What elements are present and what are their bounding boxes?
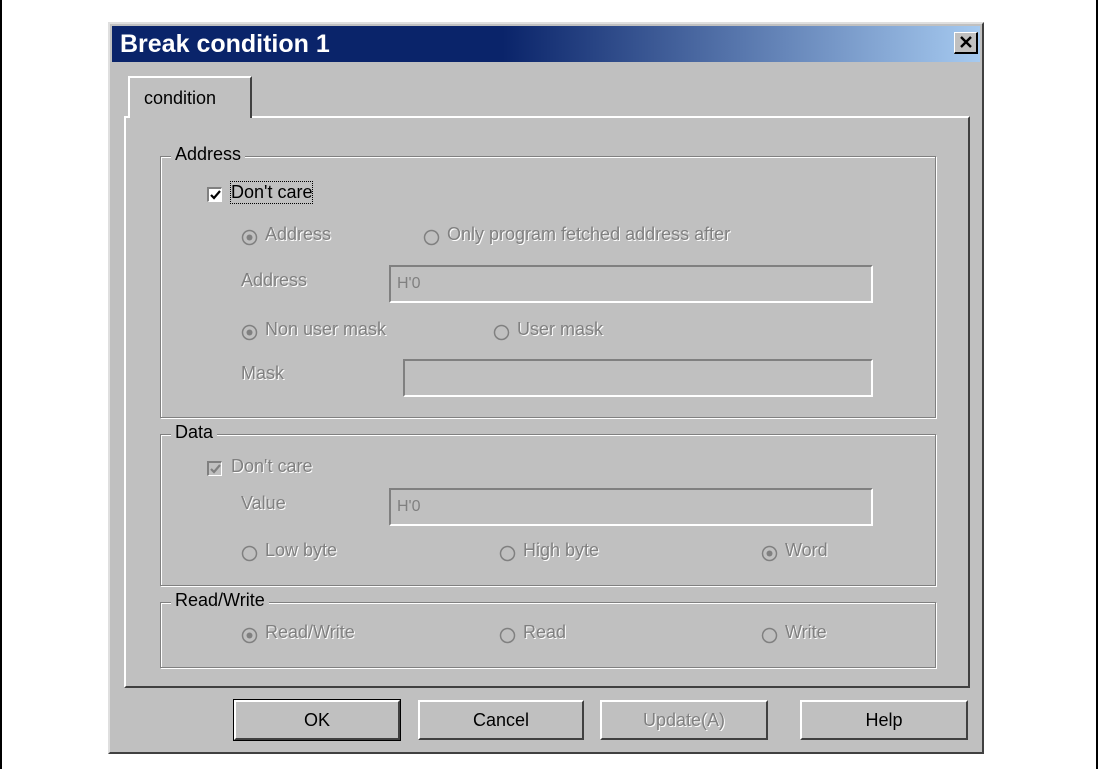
tab-condition[interactable]: condition — [128, 76, 252, 118]
data-group-legend: Data — [171, 422, 218, 443]
radio-only-fetched-label: Only program fetched address after — [447, 224, 731, 244]
update-button[interactable]: Update(A) — [600, 700, 768, 740]
address-input[interactable]: H'0 — [389, 265, 873, 303]
radio-high-byte-label: High byte — [523, 540, 600, 560]
ok-button[interactable]: OK — [233, 699, 401, 741]
address-group: Address Don't care Address Only program … — [160, 144, 936, 418]
value-input[interactable]: H'0 — [389, 488, 873, 526]
radio-write[interactable] — [761, 627, 778, 644]
radio-address[interactable] — [241, 229, 258, 246]
value-field-label: Value — [241, 493, 286, 513]
tab-condition-label: condition — [144, 88, 217, 108]
address-input-value: H'0 — [397, 275, 421, 292]
title-bar[interactable]: Break condition 1 — [112, 26, 980, 62]
radio-high-byte[interactable] — [499, 545, 516, 562]
close-button[interactable] — [954, 32, 978, 54]
data-dont-care-label: Don't care — [231, 456, 313, 476]
check-icon — [210, 190, 221, 200]
help-button[interactable]: Help — [800, 700, 968, 740]
page-border-left — [0, 0, 2, 769]
tab-panel-condition: Address Don't care Address Only program … — [124, 116, 970, 688]
radio-read-label: Read — [523, 622, 567, 642]
window-title: Break condition 1 — [120, 30, 330, 58]
radio-low-byte[interactable] — [241, 545, 258, 562]
value-input-value: H'0 — [397, 498, 421, 515]
close-icon — [960, 36, 972, 48]
radio-read-write[interactable] — [241, 627, 258, 644]
radio-word[interactable] — [761, 545, 778, 562]
radio-low-byte-label: Low byte — [265, 540, 338, 560]
check-icon — [210, 464, 221, 474]
address-dont-care-label[interactable]: Don't care — [229, 181, 314, 204]
address-field-label: Address — [241, 270, 308, 290]
mask-input[interactable] — [403, 359, 873, 397]
radio-address-label: Address — [265, 224, 332, 244]
read-write-group-legend: Read/Write — [171, 590, 269, 611]
radio-user-mask[interactable] — [493, 324, 510, 341]
break-condition-dialog: Break condition 1 condition Address Don'… — [108, 22, 984, 754]
read-write-group: Read/Write Read/Write Read Write — [160, 590, 936, 668]
mask-field-label: Mask — [241, 363, 285, 383]
radio-read-write-label: Read/Write — [265, 622, 355, 642]
radio-user-mask-label: User mask — [517, 319, 604, 339]
radio-read[interactable] — [499, 627, 516, 644]
radio-write-label: Write — [785, 622, 827, 642]
radio-word-label: Word — [785, 540, 828, 560]
address-dont-care-checkbox[interactable] — [207, 187, 222, 202]
data-group: Data Don't care Value H'0 Low byte High … — [160, 422, 936, 586]
radio-non-user-mask[interactable] — [241, 324, 258, 341]
data-dont-care-checkbox[interactable] — [207, 461, 222, 476]
radio-non-user-mask-label: Non user mask — [265, 319, 387, 339]
cancel-button[interactable]: Cancel — [418, 700, 584, 740]
address-group-legend: Address — [171, 144, 246, 165]
radio-only-fetched[interactable] — [423, 229, 440, 246]
